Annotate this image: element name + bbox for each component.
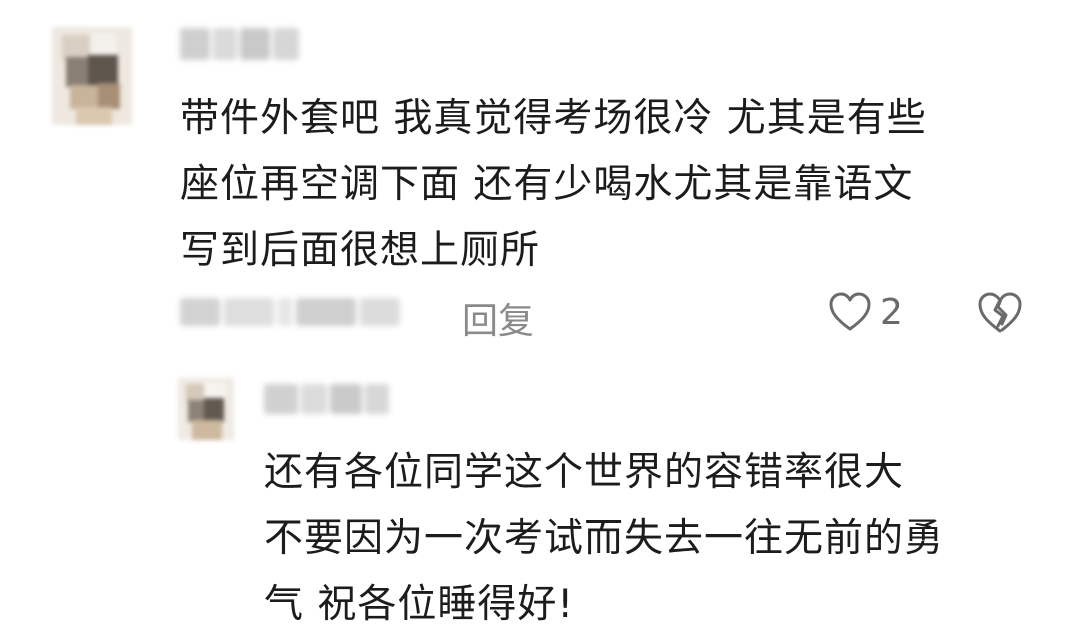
comment-timestamp [180, 298, 420, 326]
reply-button[interactable]: 回复 [462, 292, 534, 344]
dislike-button[interactable] [976, 290, 1024, 336]
like-button[interactable]: 2 [828, 290, 903, 334]
username[interactable] [180, 28, 302, 60]
reply-text: 还有各位同学这个世界的容错率很大 不要因为一次考试而失去一往无前的勇 气 祝各位… [264, 450, 945, 627]
broken-heart-icon [978, 292, 1022, 333]
avatar[interactable] [52, 27, 132, 125]
avatar[interactable] [178, 378, 234, 440]
username[interactable] [264, 384, 392, 414]
comment-item: 带件外套吧 我真觉得考场很冷 尤其是有些 座位再空调下面 还有少喝水尤其是靠语文… [0, 0, 1080, 350]
like-count: 2 [880, 291, 903, 333]
heart-outline-icon [829, 292, 871, 331]
comment-actions: 回复 2 [180, 288, 1040, 342]
comment-text: 带件外套吧 我真觉得考场很冷 尤其是有些 座位再空调下面 还有少喝水尤其是靠语文… [180, 96, 927, 273]
reply-item: 还有各位同学这个世界的容错率很大 不要因为一次考试而失去一往无前的勇 气 祝各位… [0, 360, 1080, 643]
